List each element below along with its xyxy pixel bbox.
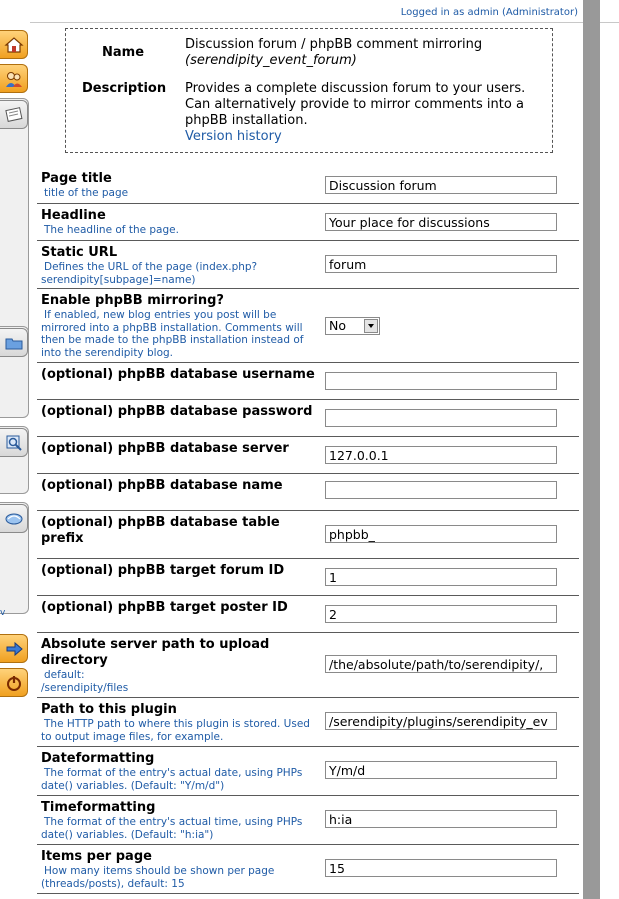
page-title-input[interactable]: Discussion forum: [325, 176, 557, 194]
field-title: Absolute server path to upload directory: [41, 637, 270, 668]
field-description: How many items should be shown per page …: [41, 865, 275, 890]
plugin-id: (serendipity_event_forum): [185, 53, 357, 68]
field-row-db-password: (optional) phpBB database password: [37, 400, 579, 437]
field-title: Page title: [41, 171, 112, 186]
field-title: Dateformatting: [41, 751, 155, 766]
field-description: The headline of the page.: [44, 224, 179, 236]
logged-in-prefix: Logged in as: [400, 7, 465, 18]
headline-input[interactable]: Your place for discussions: [325, 213, 557, 231]
field-description: title of the page: [44, 187, 129, 199]
field-row-headline: Headline The headline of the page. Your …: [37, 204, 579, 241]
field-row-plugin-path: Path to this plugin The HTTP path to whe…: [37, 698, 579, 747]
header-divider: [30, 22, 619, 23]
name-label: Name: [102, 45, 145, 60]
plugin-info-box: Name Discussion forum / phpBB comment mi…: [65, 28, 553, 153]
image-icon[interactable]: [0, 428, 28, 457]
plugin-description-value: Provides a complete discussion forum to …: [185, 81, 526, 128]
field-row-static-url: Static URL Defines the URL of the page (…: [37, 241, 579, 289]
plugin-path-input[interactable]: /serendipity/plugins/serendipity_ev: [325, 712, 557, 730]
top-bar: Logged in as admin (Administrator): [0, 0, 580, 24]
description-label: Description: [82, 81, 167, 96]
field-row-upload-path: Absolute server path to upload directory…: [37, 633, 579, 698]
upload-path-input[interactable]: /the/absolute/path/to/serendipity/,: [325, 655, 557, 673]
home-icon[interactable]: [0, 30, 28, 59]
field-row-enable-mirroring: Enable phpBB mirroring? If enabled, new …: [37, 289, 579, 363]
field-row-items-per-page: Items per page How many items should be …: [37, 845, 579, 894]
field-title: (optional) phpBB database password: [41, 404, 313, 419]
arrow-right-icon[interactable]: [0, 634, 28, 663]
field-title: (optional) phpBB database table prefix: [41, 515, 280, 546]
db-name-input[interactable]: [325, 481, 557, 499]
forum-id-input[interactable]: 1: [325, 568, 557, 586]
login-status: Logged in as admin (Administrator): [401, 7, 578, 18]
plugin-name-value: Discussion forum / phpBB comment mirrori…: [185, 37, 483, 52]
scrollbar-track[interactable]: [583, 0, 600, 899]
power-icon[interactable]: [0, 668, 28, 697]
field-title: Items per page: [41, 849, 152, 864]
db-username-input[interactable]: [325, 372, 557, 390]
sidebar: v: [0, 24, 31, 899]
field-title: (optional) phpBB target forum ID: [41, 563, 285, 578]
items-per-page-input[interactable]: 15: [325, 859, 557, 877]
field-row-db-prefix: (optional) phpBB database table prefix p…: [37, 511, 579, 559]
poster-id-input[interactable]: 2: [325, 605, 557, 623]
field-title: (optional) phpBB database server: [41, 441, 289, 456]
static-url-input[interactable]: forum: [325, 255, 557, 273]
folder-icon[interactable]: [0, 328, 28, 357]
field-row-db-name: (optional) phpBB database name: [37, 474, 579, 511]
field-row-dateformat: Dateformatting The format of the entry's…: [37, 747, 579, 796]
db-server-input[interactable]: 127.0.0.1: [325, 446, 557, 464]
version-history-link[interactable]: Version history: [185, 129, 540, 145]
plugin-name: Discussion forum / phpBB comment mirrori…: [185, 37, 545, 69]
sidebar-stray-text: v: [0, 608, 6, 618]
plugin-icon[interactable]: [0, 504, 28, 533]
field-title: Headline: [41, 208, 106, 223]
field-row-forum-id: (optional) phpBB target forum ID 1: [37, 559, 579, 596]
field-row-db-username: (optional) phpBB database username: [37, 363, 579, 400]
user-role: (Administrator): [502, 7, 578, 18]
dateformat-input[interactable]: Y/m/d: [325, 761, 557, 779]
field-description: Defines the URL of the page (index.php?s…: [41, 261, 258, 286]
users-icon[interactable]: [0, 64, 28, 93]
field-title: (optional) phpBB database name: [41, 478, 283, 493]
field-row-timeformat: Timeformatting The format of the entry's…: [37, 796, 579, 845]
username: admin: [467, 7, 499, 18]
timeformat-input[interactable]: h:ia: [325, 810, 557, 828]
sidebar-entries-block: [0, 98, 29, 340]
field-description: default: /serendipity/files: [41, 669, 129, 694]
field-description: The format of the entry's actual time, u…: [41, 816, 303, 841]
db-prefix-input[interactable]: phpbb_: [325, 525, 557, 543]
field-title: (optional) phpBB database username: [41, 367, 315, 382]
plugin-description: Provides a complete discussion forum to …: [185, 81, 540, 145]
enable-mirroring-select[interactable]: No: [325, 317, 380, 335]
field-title: Static URL: [41, 245, 118, 260]
field-row-poster-id: (optional) phpBB target poster ID 2: [37, 596, 579, 633]
field-row-page-title: Page title title of the page Discussion …: [37, 167, 579, 204]
field-description: The HTTP path to where this plugin is st…: [41, 718, 310, 743]
field-title: Timeformatting: [41, 800, 156, 815]
field-title: Enable phpBB mirroring?: [41, 293, 224, 308]
select-value: No: [329, 318, 346, 333]
field-description: The format of the entry's actual date, u…: [41, 767, 303, 792]
field-title: Path to this plugin: [41, 702, 177, 717]
field-title: (optional) phpBB target poster ID: [41, 600, 288, 615]
field-description: If enabled, new blog entries you post wi…: [41, 309, 304, 359]
entries-icon[interactable]: [0, 100, 28, 129]
field-row-db-server: (optional) phpBB database server 127.0.0…: [37, 437, 579, 474]
db-password-input[interactable]: [325, 409, 557, 427]
chevron-down-icon[interactable]: [364, 319, 378, 333]
